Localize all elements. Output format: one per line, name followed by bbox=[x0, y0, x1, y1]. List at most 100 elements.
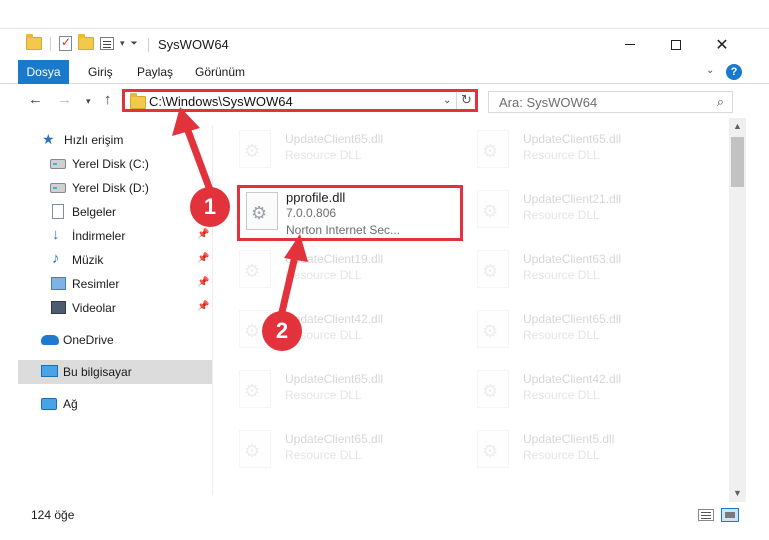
file-name: UpdateClient65.dll bbox=[523, 312, 622, 326]
ribbon-expand-icon[interactable]: ⌄ bbox=[706, 65, 714, 76]
file-item[interactable]: UpdateClient5.dll Resource DLL bbox=[453, 422, 683, 472]
pin-icon[interactable]: 📌 bbox=[197, 253, 209, 264]
pin-icon[interactable]: 📌 bbox=[197, 301, 209, 312]
pin-icon[interactable]: 📌 bbox=[197, 277, 209, 288]
file-item[interactable]: UpdateClient65.dll Resource DLL bbox=[453, 302, 683, 352]
minimize-icon bbox=[625, 44, 635, 45]
file-item[interactable]: UpdateClient65.dll Resource DLL bbox=[215, 422, 445, 472]
help-icon[interactable]: ? bbox=[726, 64, 742, 80]
folder-icon[interactable] bbox=[26, 34, 42, 50]
tab-view[interactable]: Görünüm bbox=[195, 60, 245, 84]
sidebar-item-documents[interactable]: Belgeler bbox=[18, 200, 212, 224]
download-icon: ↓ bbox=[52, 226, 60, 243]
tab-share[interactable]: Paylaş bbox=[137, 60, 173, 84]
folder-icon bbox=[130, 93, 146, 109]
dll-file-icon bbox=[239, 250, 271, 288]
disk-icon bbox=[50, 183, 66, 193]
tab-file[interactable]: Dosya bbox=[18, 60, 69, 84]
dll-file-icon bbox=[477, 130, 509, 168]
file-item[interactable]: UpdateClient42.dll Resource DLL bbox=[453, 362, 683, 412]
file-type: Resource DLL bbox=[523, 268, 600, 282]
address-dropdown-icon[interactable]: ⌄ bbox=[443, 95, 451, 106]
minimize-button[interactable] bbox=[607, 29, 653, 60]
forward-arrow-icon[interactable]: → bbox=[57, 91, 72, 108]
file-type: Resource DLL bbox=[523, 148, 600, 162]
sidebar-item-quick-access[interactable]: ★ Hızlı erişim bbox=[18, 128, 212, 152]
close-button[interactable]: ✕ bbox=[699, 29, 745, 60]
details-view-icon[interactable] bbox=[698, 509, 714, 521]
recent-locations-icon[interactable]: ▾ bbox=[86, 96, 91, 107]
tab-home[interactable]: Giriş bbox=[88, 60, 113, 84]
pin-icon[interactable]: 📌 bbox=[197, 229, 209, 240]
dll-file-icon bbox=[477, 430, 509, 468]
sidebar-item-this-pc[interactable]: Bu bilgisayar bbox=[18, 360, 212, 384]
up-arrow-icon[interactable]: ↑ bbox=[104, 91, 112, 108]
title-separator bbox=[148, 38, 149, 52]
properties-check-icon[interactable] bbox=[59, 35, 72, 51]
address-path[interactable]: C:\Windows\SysWOW64 bbox=[149, 94, 293, 109]
quick-access-toolbar: ▾ ⏷ bbox=[26, 34, 138, 51]
file-name: UpdateClient65.dll bbox=[285, 432, 384, 446]
file-type: Resource DLL bbox=[523, 328, 600, 342]
address-bar[interactable]: C:\Windows\SysWOW64 ⌄ ↻ bbox=[122, 89, 478, 112]
file-item[interactable]: UpdateClient21.dll Resource DLL bbox=[453, 182, 683, 232]
file-item[interactable]: UpdateClient42.dll Resource DLL bbox=[215, 302, 445, 352]
dll-file-icon bbox=[477, 250, 509, 288]
disk-icon bbox=[50, 159, 66, 169]
dll-file-icon bbox=[239, 370, 271, 408]
item-count: 124 öğe bbox=[31, 508, 75, 522]
scroll-down-icon[interactable]: ▼ bbox=[733, 488, 742, 498]
star-icon: ★ bbox=[42, 131, 55, 147]
large-icons-view-icon[interactable] bbox=[721, 508, 739, 522]
sidebar-item-disk-d[interactable]: Yerel Disk (D:) bbox=[18, 176, 212, 200]
file-item[interactable]: UpdateClient65.dll Resource DLL bbox=[215, 122, 445, 172]
file-name: UpdateClient65.dll bbox=[523, 132, 622, 146]
sidebar-item-disk-c[interactable]: Yerel Disk (C:) bbox=[18, 152, 212, 176]
dll-file-icon bbox=[239, 430, 271, 468]
file-item[interactable]: UpdateClient65.dll Resource DLL bbox=[215, 362, 445, 412]
file-item[interactable]: UpdateClient19.dll Resource DLL bbox=[215, 242, 445, 292]
sidebar-item-videos[interactable]: Videolar 📌 bbox=[18, 296, 212, 320]
sidebar-item-label: Yerel Disk (D:) bbox=[72, 181, 149, 195]
qat-dropdown-icon[interactable]: ⏷ bbox=[131, 38, 138, 49]
customize-icon[interactable] bbox=[100, 37, 114, 50]
close-icon: ✕ bbox=[715, 36, 729, 54]
file-name: UpdateClient42.dll bbox=[523, 372, 622, 386]
title-bar: ▾ ⏷ SysWOW64 ✕ bbox=[0, 28, 769, 60]
music-icon: ♪ bbox=[52, 250, 60, 267]
sidebar-item-music[interactable]: ♪ Müzik 📌 bbox=[18, 248, 212, 272]
computer-icon bbox=[41, 365, 58, 377]
file-name: UpdateClient21.dll bbox=[523, 192, 622, 206]
document-icon bbox=[52, 204, 64, 219]
file-type: Resource DLL bbox=[285, 388, 362, 402]
scroll-up-icon[interactable]: ▲ bbox=[733, 121, 742, 131]
file-type: Resource DLL bbox=[285, 148, 362, 162]
refresh-icon[interactable]: ↻ bbox=[461, 92, 472, 108]
chevron-down-icon[interactable]: ▾ bbox=[120, 38, 125, 49]
dll-file-icon bbox=[246, 192, 278, 230]
sidebar-item-onedrive[interactable]: OneDrive bbox=[18, 328, 212, 352]
scroll-thumb[interactable] bbox=[731, 137, 744, 187]
sidebar-item-label: Yerel Disk (C:) bbox=[72, 157, 149, 171]
file-name: UpdateClient5.dll bbox=[523, 432, 615, 446]
file-name: UpdateClient65.dll bbox=[285, 372, 384, 386]
sidebar-item-pictures[interactable]: Resimler 📌 bbox=[18, 272, 212, 296]
file-item[interactable]: UpdateClient65.dll Resource DLL bbox=[453, 122, 683, 172]
sidebar-item-downloads[interactable]: ↓ İndirmeler 📌 bbox=[18, 224, 212, 248]
address-separator bbox=[456, 92, 457, 109]
maximize-icon bbox=[671, 39, 681, 50]
search-icon[interactable]: ⌕ bbox=[717, 94, 724, 110]
vertical-scrollbar[interactable]: ▲ ▼ bbox=[729, 118, 746, 502]
sidebar-item-network[interactable]: Ağ bbox=[18, 392, 212, 416]
sidebar-item-label: Müzik bbox=[72, 253, 104, 267]
file-item-pprofile[interactable]: pprofile.dll 7.0.0.806 Norton Internet S… bbox=[237, 185, 463, 241]
file-name: UpdateClient65.dll bbox=[285, 132, 384, 146]
back-arrow-icon[interactable]: ← bbox=[28, 91, 43, 108]
dll-file-icon bbox=[477, 310, 509, 348]
file-name: UpdateClient63.dll bbox=[523, 252, 622, 266]
search-input[interactable]: Ara: SysWOW64 ⌕ bbox=[488, 91, 733, 113]
maximize-button[interactable] bbox=[653, 29, 699, 60]
file-type: Resource DLL bbox=[285, 448, 362, 462]
new-folder-icon[interactable] bbox=[78, 34, 94, 50]
file-item[interactable]: UpdateClient63.dll Resource DLL bbox=[453, 242, 683, 292]
